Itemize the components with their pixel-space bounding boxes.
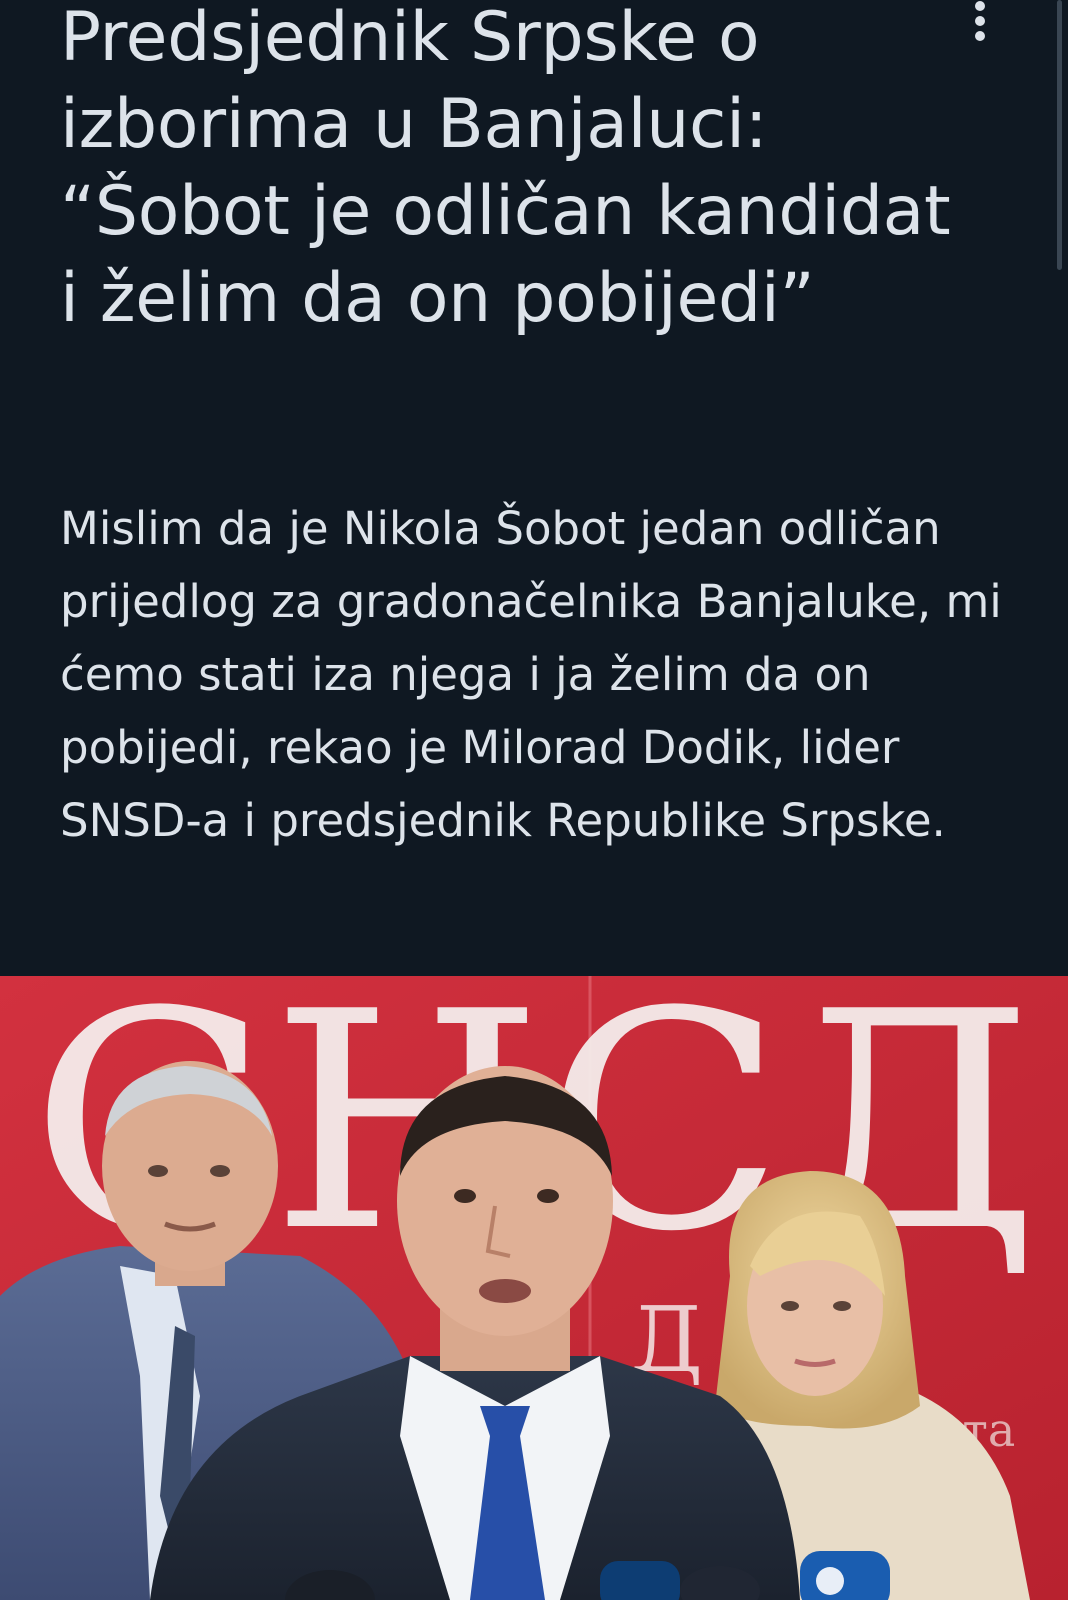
article-lead: Mislim da je Nikola Šobot jedan odličan … xyxy=(60,502,1002,847)
more-vertical-icon[interactable] xyxy=(968,0,992,44)
article-headline: Predsjednik Srpske o izborima u Banjaluc… xyxy=(60,0,951,338)
scrollbar-thumb[interactable] xyxy=(1057,0,1062,270)
article-photo[interactable]: СНСД Д ИК ата xyxy=(0,976,1068,1600)
article-header: Predsjednik Srpske o izborima u Banjaluc… xyxy=(0,0,1068,976)
